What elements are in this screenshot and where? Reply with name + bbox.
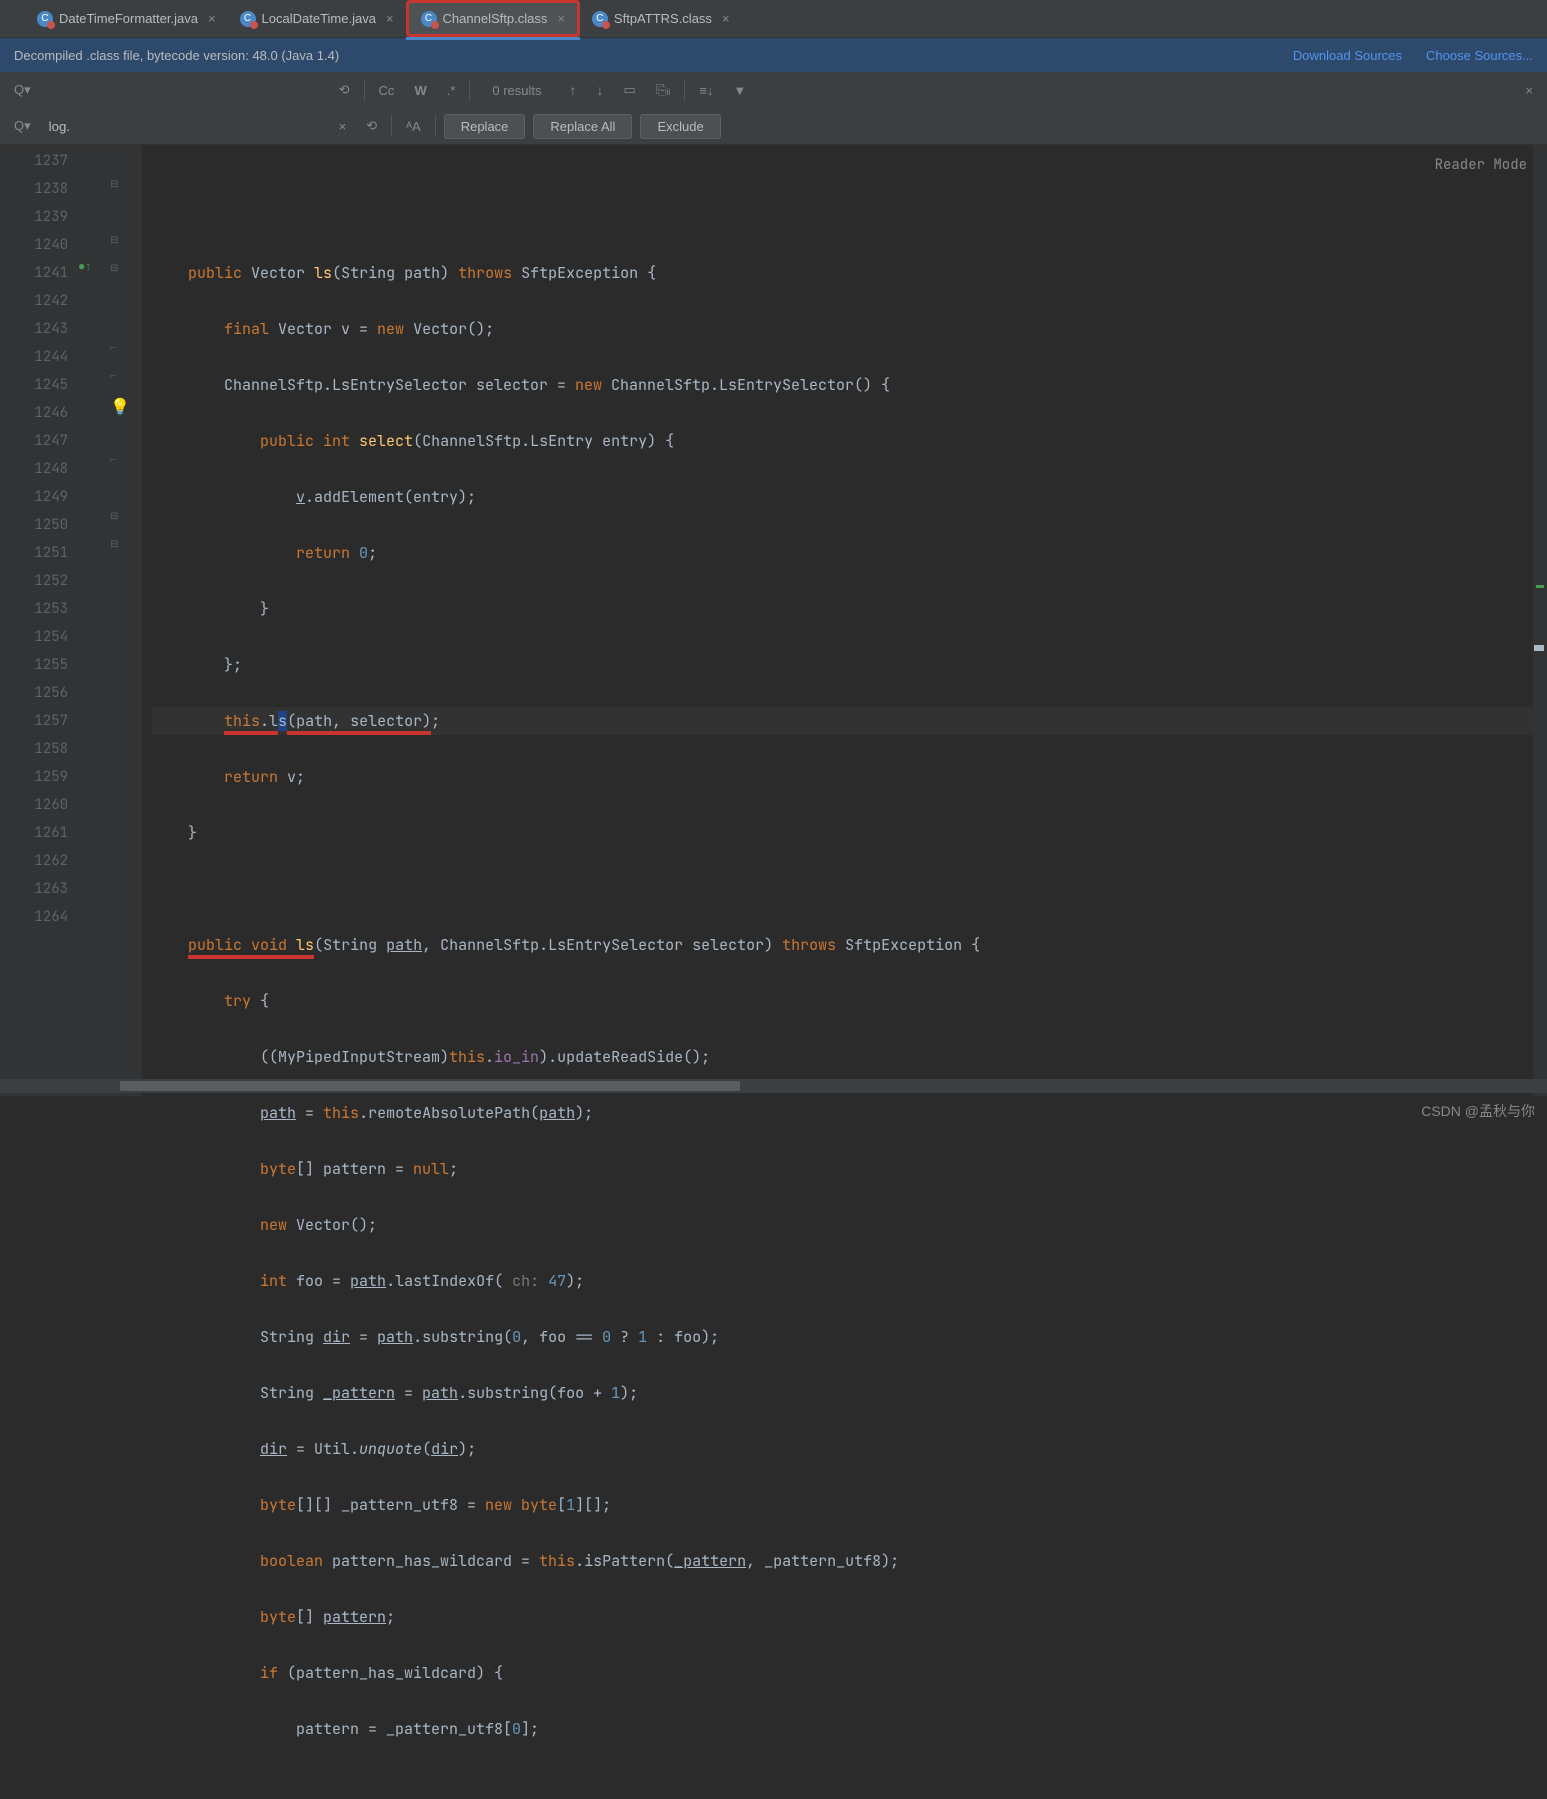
history-icon[interactable]: ⟲: [333, 80, 356, 100]
select-all-icon[interactable]: ▭: [618, 80, 642, 100]
find-replace-bar: Q▾ ⟲ Cc W .* 0 results ↑ ↓ ▭ ⎘ᵢᵢ ≡↓ ▼ × …: [0, 72, 1547, 145]
horizontal-scrollbar[interactable]: [0, 1079, 1547, 1093]
close-icon[interactable]: ×: [557, 11, 565, 26]
left-strip: [0, 145, 18, 1096]
choose-sources-link[interactable]: Choose Sources...: [1426, 48, 1533, 63]
tab-localdatetime[interactable]: C LocalDateTime.java ×: [228, 0, 406, 37]
java-icon: C: [37, 11, 53, 27]
fold-icon[interactable]: ⊟: [110, 179, 118, 190]
tab-label: SftpATTRS.class: [614, 11, 712, 26]
close-icon[interactable]: ×: [722, 11, 730, 26]
code-area[interactable]: Reader Mode public Vector ls(String path…: [142, 145, 1547, 1096]
fold-gutter: ⊟ ⊟ ⊟ ⌐ ⌐ 💡 ⌐ ⊟ ⊟: [106, 145, 142, 1096]
filter-icon[interactable]: ▼: [727, 81, 752, 100]
download-sources-link[interactable]: Download Sources: [1293, 48, 1402, 63]
watermark: CSDN @孟秋与你: [1421, 1101, 1535, 1121]
search-icon[interactable]: Q▾: [8, 80, 37, 100]
replace-button[interactable]: Replace: [444, 114, 526, 139]
tab-channelsftp[interactable]: C ChannelSftp.class ×: [406, 0, 580, 37]
add-selection-icon[interactable]: ⎘ᵢᵢ: [650, 80, 677, 100]
tab-label: ChannelSftp.class: [443, 11, 548, 26]
error-stripe[interactable]: [1533, 145, 1547, 1096]
close-icon[interactable]: ×: [208, 11, 216, 26]
tab-sftpattrs[interactable]: C SftpATTRS.class ×: [580, 0, 742, 37]
editor-tabs: C DateTimeFormatter.java × C LocalDateTime.…: [0, 0, 1547, 38]
history-icon[interactable]: ⟲: [360, 116, 383, 136]
fold-icon[interactable]: ⊟: [110, 511, 118, 522]
replace-input[interactable]: [45, 115, 325, 138]
fold-icon[interactable]: ⊟: [110, 235, 118, 246]
intention-bulb-icon[interactable]: 💡: [110, 397, 130, 417]
words-icon[interactable]: W: [408, 81, 432, 100]
class-icon: C: [592, 11, 608, 27]
banner-text: Decompiled .class file, bytecode version…: [14, 48, 339, 63]
fold-icon[interactable]: ⊟: [110, 263, 118, 274]
reader-mode-label[interactable]: Reader Mode: [1435, 151, 1527, 179]
clear-icon[interactable]: ×: [333, 117, 353, 136]
fold-icon[interactable]: ⊟: [110, 539, 118, 550]
fold-end-icon[interactable]: ⌐: [110, 455, 116, 466]
class-icon: C: [421, 11, 437, 27]
search-input[interactable]: [45, 79, 325, 102]
regex-icon[interactable]: .*: [441, 81, 462, 100]
tab-label: LocalDateTime.java: [262, 11, 376, 26]
scrollbar-thumb[interactable]: [120, 1081, 740, 1091]
tab-label: DateTimeFormatter.java: [59, 11, 198, 26]
results-count: 0 results: [492, 83, 541, 98]
decompile-banner: Decompiled .class file, bytecode version…: [0, 38, 1547, 72]
marker[interactable]: [1534, 645, 1544, 651]
preserve-case-icon[interactable]: ᴬA: [400, 117, 427, 136]
close-icon[interactable]: ×: [386, 11, 394, 26]
marker[interactable]: [1536, 585, 1544, 588]
next-match-icon[interactable]: ↓: [591, 80, 610, 100]
prev-match-icon[interactable]: ↑: [564, 80, 583, 100]
exclude-button[interactable]: Exclude: [640, 114, 720, 139]
close-findbar-icon[interactable]: ×: [1519, 81, 1539, 100]
fold-end-icon[interactable]: ⌐: [110, 371, 116, 382]
tab-datetimeformatter[interactable]: C DateTimeFormatter.java ×: [25, 0, 228, 37]
line-numbers: 1237123812391240124112421243124412451246…: [18, 145, 78, 1096]
settings-icon[interactable]: ≡↓: [693, 81, 719, 100]
fold-end-icon[interactable]: ⌐: [110, 343, 116, 354]
code-editor[interactable]: 1237123812391240124112421243124412451246…: [0, 145, 1547, 1096]
vcs-gutter: ●↑: [78, 145, 106, 1096]
java-icon: C: [240, 11, 256, 27]
replace-icon[interactable]: Q▾: [8, 116, 37, 136]
vcs-marker-icon: ●↑: [78, 259, 91, 273]
match-case-icon[interactable]: Cc: [373, 81, 401, 100]
replace-all-button[interactable]: Replace All: [533, 114, 632, 139]
